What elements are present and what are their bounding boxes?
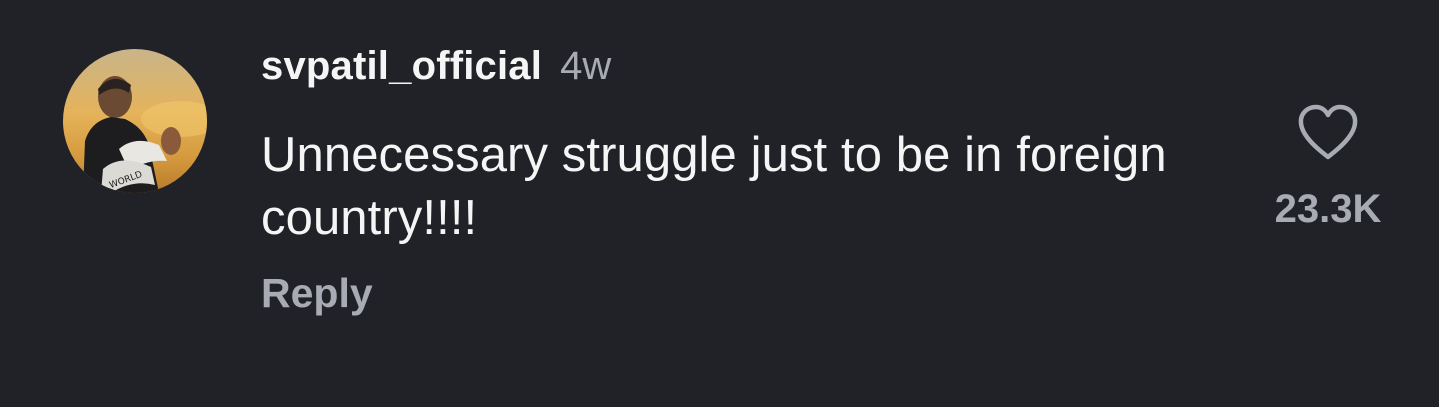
- comment-header: svpatil_official 4w: [261, 44, 611, 94]
- like-count: 23.3K: [1274, 187, 1382, 231]
- like-button[interactable]: 23.3K: [1253, 95, 1403, 240]
- avatar[interactable]: WORLD: [63, 49, 207, 193]
- comment-text: Unnecessary struggle just to be in forei…: [261, 128, 1167, 245]
- avatar-image: WORLD: [63, 49, 207, 193]
- heart-outline-icon: [1298, 104, 1358, 160]
- reply-button[interactable]: Reply: [261, 270, 373, 317]
- timestamp: 4w: [560, 44, 612, 88]
- username[interactable]: svpatil_official: [261, 44, 542, 89]
- comment-item: WORLD svpatil_official 4w Unnecessary st…: [0, 0, 1439, 407]
